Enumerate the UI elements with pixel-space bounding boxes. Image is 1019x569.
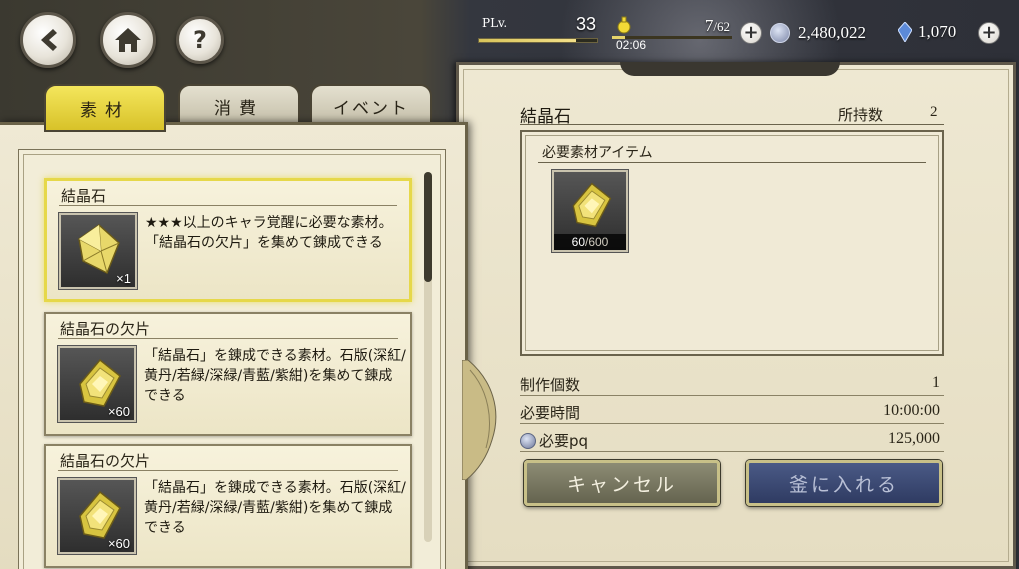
craft-count-value: 1 xyxy=(932,374,940,391)
item-thumbnail: ×60 xyxy=(58,346,136,422)
required-pq-row: 必要pq 125,000 xyxy=(520,426,944,452)
list-item[interactable]: 結晶石の欠片 ×60 「結晶石」を錬成できる素材。石版(深紅/黄丹/若緑/深緑/… xyxy=(44,444,412,568)
required-materials-box: 必要素材アイテム 60/600 xyxy=(520,130,944,356)
coin-value: 2,480,022 xyxy=(798,23,866,42)
crystal-fragment-icon xyxy=(572,182,612,228)
item-description: 「結晶石」を錬成できる素材。石版(深紅/黄丹/若緑/深緑/青藍/紫紺)を集めて錬… xyxy=(144,480,406,536)
material-count: 60/600 xyxy=(554,234,626,250)
required-materials-header: 必要素材アイテム xyxy=(542,145,653,161)
material-have: 60 xyxy=(571,235,585,249)
divider xyxy=(520,423,944,424)
coin-icon xyxy=(770,23,790,43)
item-name: 結晶石の欠片 xyxy=(60,320,151,338)
coin-counter: 2,480,022 xyxy=(770,22,866,44)
put-in-cauldron-button[interactable]: 釜に入れる xyxy=(746,460,942,506)
crystal-fragment-icon xyxy=(79,358,121,407)
gem-value: 1,070 xyxy=(918,22,957,41)
gem-plus-button[interactable]: + xyxy=(978,22,1000,44)
panel-notch xyxy=(620,62,840,76)
item-name: 結晶石 xyxy=(61,187,107,205)
tab-material[interactable]: 素材 xyxy=(44,84,166,132)
gem-icon xyxy=(898,22,912,42)
divider xyxy=(520,395,944,396)
item-list-scrollbar[interactable] xyxy=(424,172,432,542)
back-arrow-icon xyxy=(41,29,57,51)
crystal-fragment-icon xyxy=(79,490,121,539)
home-icon xyxy=(115,28,141,52)
divider xyxy=(520,451,944,452)
stamina-potion-icon xyxy=(617,16,631,34)
required-pq-value: 125,000 xyxy=(888,430,940,447)
item-quantity: ×60 xyxy=(107,536,130,551)
craft-count-label: 制作個数 xyxy=(520,376,581,394)
required-pq-label-wrap: 必要pq xyxy=(520,430,588,451)
pq-coin-icon xyxy=(520,433,536,449)
item-thumbnail: ×60 xyxy=(58,478,136,554)
owned-count-value: 2 xyxy=(930,104,938,120)
help-button[interactable]: ? xyxy=(176,16,224,64)
required-time-label: 必要時間 xyxy=(520,404,581,422)
required-pq-label: 必要pq xyxy=(539,432,589,450)
material-need: /600 xyxy=(585,235,609,249)
divider xyxy=(58,338,398,339)
player-exp-fill xyxy=(479,39,576,42)
page-curl-decoration xyxy=(462,360,497,480)
stamina-max: /62 xyxy=(713,19,730,34)
owned-count-label: 所持数 xyxy=(838,106,884,124)
item-description: ★★★以上のキャラ覚醒に必要な素材。「結晶石の欠片」を集めて錬成できる xyxy=(145,215,393,251)
stamina-timer: 02:06 xyxy=(616,38,647,52)
scrollbar-thumb[interactable] xyxy=(424,172,432,282)
item-name: 結晶石の欠片 xyxy=(60,452,151,470)
player-level: PLv. 33 xyxy=(478,14,602,48)
stamina-value: 7/62 xyxy=(705,16,730,36)
required-time-value: 10:00:00 xyxy=(883,402,940,419)
home-button[interactable] xyxy=(100,12,156,68)
item-thumbnail: ×1 xyxy=(59,213,137,289)
craft-count-row: 制作個数 1 xyxy=(520,370,944,396)
list-item[interactable]: 結晶石の欠片 ×60 「結晶石」を錬成できる素材。石版(深紅/黄丹/若緑/深緑/… xyxy=(44,312,412,436)
item-quantity: ×1 xyxy=(116,271,131,286)
player-level-value: 33 xyxy=(575,14,596,34)
item-description: 「結晶石」を錬成できる素材。石版(深紅/黄丹/若緑/深緑/青藍/紫紺)を集めて錬… xyxy=(144,348,406,404)
required-time-row: 必要時間 10:00:00 xyxy=(520,398,944,424)
player-level-label: PLv. xyxy=(482,16,508,30)
stamina-plus-button[interactable]: + xyxy=(740,22,762,44)
divider xyxy=(59,205,397,206)
player-exp-bar xyxy=(478,38,598,43)
divider xyxy=(58,470,398,471)
list-item[interactable]: 結晶石 ×1 ★★★以上のキャラ覚醒に必要な素材。「結晶石の欠片」を集めて錬成で… xyxy=(44,178,412,302)
gem-counter: 1,070 xyxy=(898,20,956,44)
divider xyxy=(520,124,944,125)
help-icon: ? xyxy=(193,26,207,54)
back-button[interactable] xyxy=(20,12,76,68)
crystal-stone-icon xyxy=(78,224,120,275)
cancel-button[interactable]: キャンセル xyxy=(524,460,720,506)
required-material-slot[interactable]: 60/600 xyxy=(552,170,628,252)
divider xyxy=(538,162,926,163)
item-quantity: ×60 xyxy=(107,404,130,419)
stamina: 7/62 02:06 xyxy=(612,14,738,52)
